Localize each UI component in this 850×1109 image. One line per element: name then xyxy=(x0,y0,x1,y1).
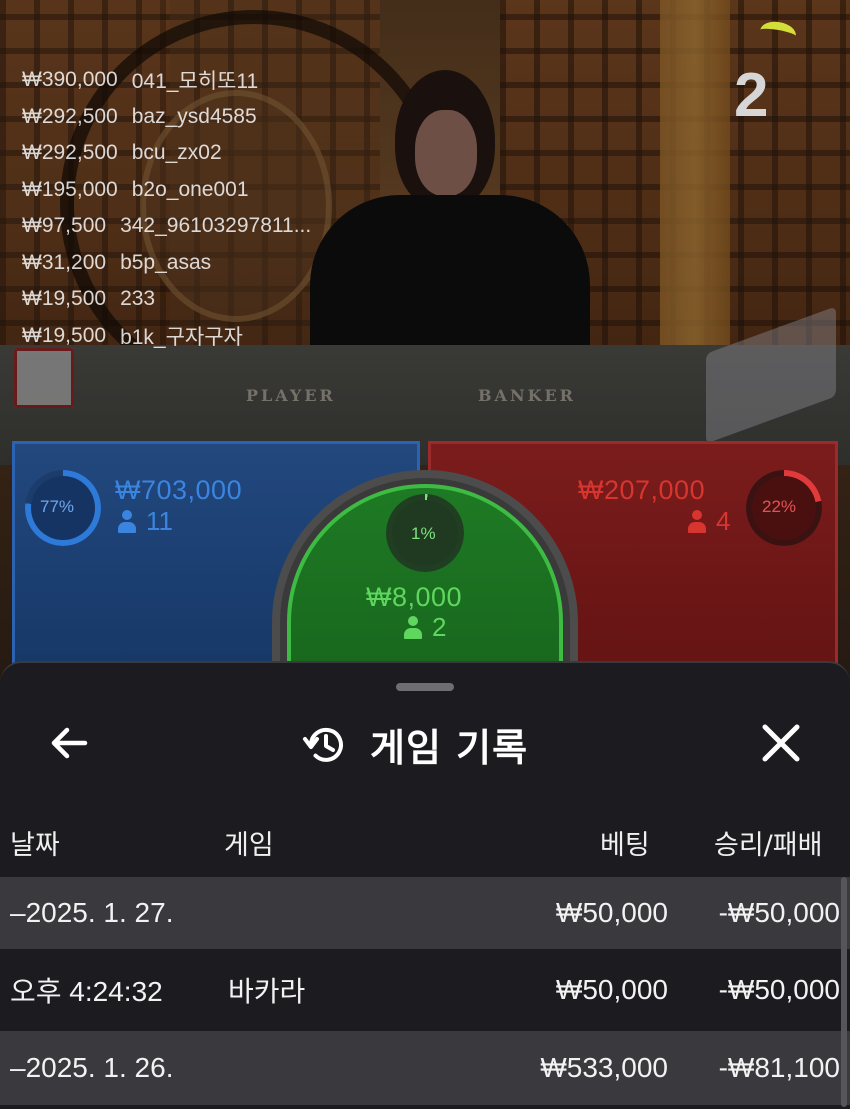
banker-count-value: 4 xyxy=(716,506,731,536)
round-number: 2 xyxy=(734,61,769,130)
row-win-loss: -₩50,000 xyxy=(718,897,840,928)
top-bet-row: ₩195,000 b2o_one001 xyxy=(22,172,311,209)
bet-username: 342_96103297811... xyxy=(120,214,312,238)
column-header-date[interactable]: 날짜 xyxy=(10,823,60,862)
top-bet-row: ₩19,500 b1k_구자구자 xyxy=(22,318,311,355)
bet-username: b2o_one001 xyxy=(131,177,249,201)
player-total-amount: ₩703,000 xyxy=(115,475,243,505)
top-bet-row: ₩97,500 342_96103297811... xyxy=(22,208,311,245)
bet-amount: ₩31,200 xyxy=(22,250,107,274)
column-header-bet[interactable]: 베팅 xyxy=(600,823,650,862)
person-icon xyxy=(688,509,706,534)
column-header-win-loss[interactable]: 승리/패배 xyxy=(714,823,822,862)
top-bets-list: ₩390,000 041_모히또11 ₩292,500 baz_ysd4585 ₩2… xyxy=(22,62,311,354)
bet-amount: ₩19,500 xyxy=(22,287,107,311)
top-bet-row: ₩292,500 bcu_zx02 xyxy=(22,135,311,172)
sheet-title-group: 게임 기록 xyxy=(302,717,528,772)
history-icon xyxy=(303,727,343,762)
date-group-row[interactable]: –2025. 1. 27. ₩50,000 -₩50,000 xyxy=(0,877,850,949)
row-game: 바카라 xyxy=(228,976,306,1007)
row-win-loss: -₩50,000 xyxy=(718,974,840,1005)
top-bet-row: ₩31,200 b5p_asas xyxy=(22,245,311,282)
top-bet-row: ₩19,500 233 xyxy=(22,281,311,318)
arrow-left-icon xyxy=(51,727,88,759)
row-bet: ₩50,000 xyxy=(555,974,668,1005)
bet-amount: ₩97,500 xyxy=(22,214,107,238)
bet-amount: ₩292,500 xyxy=(22,104,118,128)
row-bet: ₩533,000 xyxy=(540,1052,668,1083)
player-percent: 77% xyxy=(40,497,75,516)
top-bet-row: ₩390,000 041_모히또11 xyxy=(22,62,311,99)
person-icon xyxy=(118,509,136,534)
top-bet-row: ₩292,500 baz_ysd4585 xyxy=(22,99,311,136)
sheet-title: 게임 기록 xyxy=(370,726,529,770)
tie-percent: 1% xyxy=(411,524,436,543)
close-button[interactable] xyxy=(754,719,808,767)
row-date: –2025. 1. 26. xyxy=(10,1052,174,1083)
tie-count: 2 xyxy=(404,612,446,643)
bet-username: b5p_asas xyxy=(120,250,212,274)
game-history-row[interactable]: 오후 4:24:32 바카라 ₩50,000 -₩50,000 xyxy=(0,949,850,1031)
bet-username: 041_모히또11 xyxy=(131,70,259,94)
banker-total-amount: ₩207,000 xyxy=(578,475,706,505)
game-history-sheet: 게임 기록 날짜 게임 베팅 승리/패배 –2025. 1. 27. ₩50,0… xyxy=(0,661,850,1109)
column-header-game[interactable]: 게임 xyxy=(224,823,274,862)
bet-amount: ₩19,500 xyxy=(22,323,107,347)
bet-amount: ₩195,000 xyxy=(22,177,118,201)
history-scrollbar[interactable] xyxy=(841,877,847,1107)
close-icon xyxy=(762,724,800,762)
row-date: –2025. 1. 27. xyxy=(10,897,174,928)
bet-amount: ₩292,500 xyxy=(22,141,118,165)
bet-username: bcu_zx02 xyxy=(131,141,222,165)
person-icon xyxy=(404,615,422,640)
date-group-row[interactable]: –2025. 1. 26. ₩533,000 -₩81,100 xyxy=(0,1031,850,1105)
back-button[interactable] xyxy=(44,721,94,765)
player-count: 11 xyxy=(118,506,173,537)
bet-username: b1k_구자구자 xyxy=(120,325,243,349)
bet-username: baz_ysd4585 xyxy=(131,104,257,128)
banker-count: 4 xyxy=(688,506,730,537)
tie-count-value: 2 xyxy=(432,612,447,642)
tie-total-amount: ₩8,000 xyxy=(366,582,463,612)
row-bet: ₩50,000 xyxy=(555,897,668,928)
sheet-header: 게임 기록 xyxy=(0,703,850,783)
row-win-loss: -₩81,100 xyxy=(718,1052,840,1083)
history-table: –2025. 1. 27. ₩50,000 -₩50,000 오후 4:24:3… xyxy=(0,877,850,1105)
banker-percent: 22% xyxy=(762,497,797,516)
player-count-value: 11 xyxy=(146,506,173,536)
sheet-drag-handle[interactable] xyxy=(396,683,454,691)
bet-amount: ₩390,000 xyxy=(22,68,118,92)
bet-username: 233 xyxy=(120,287,156,311)
row-time: 오후 4:24:32 xyxy=(10,976,163,1007)
